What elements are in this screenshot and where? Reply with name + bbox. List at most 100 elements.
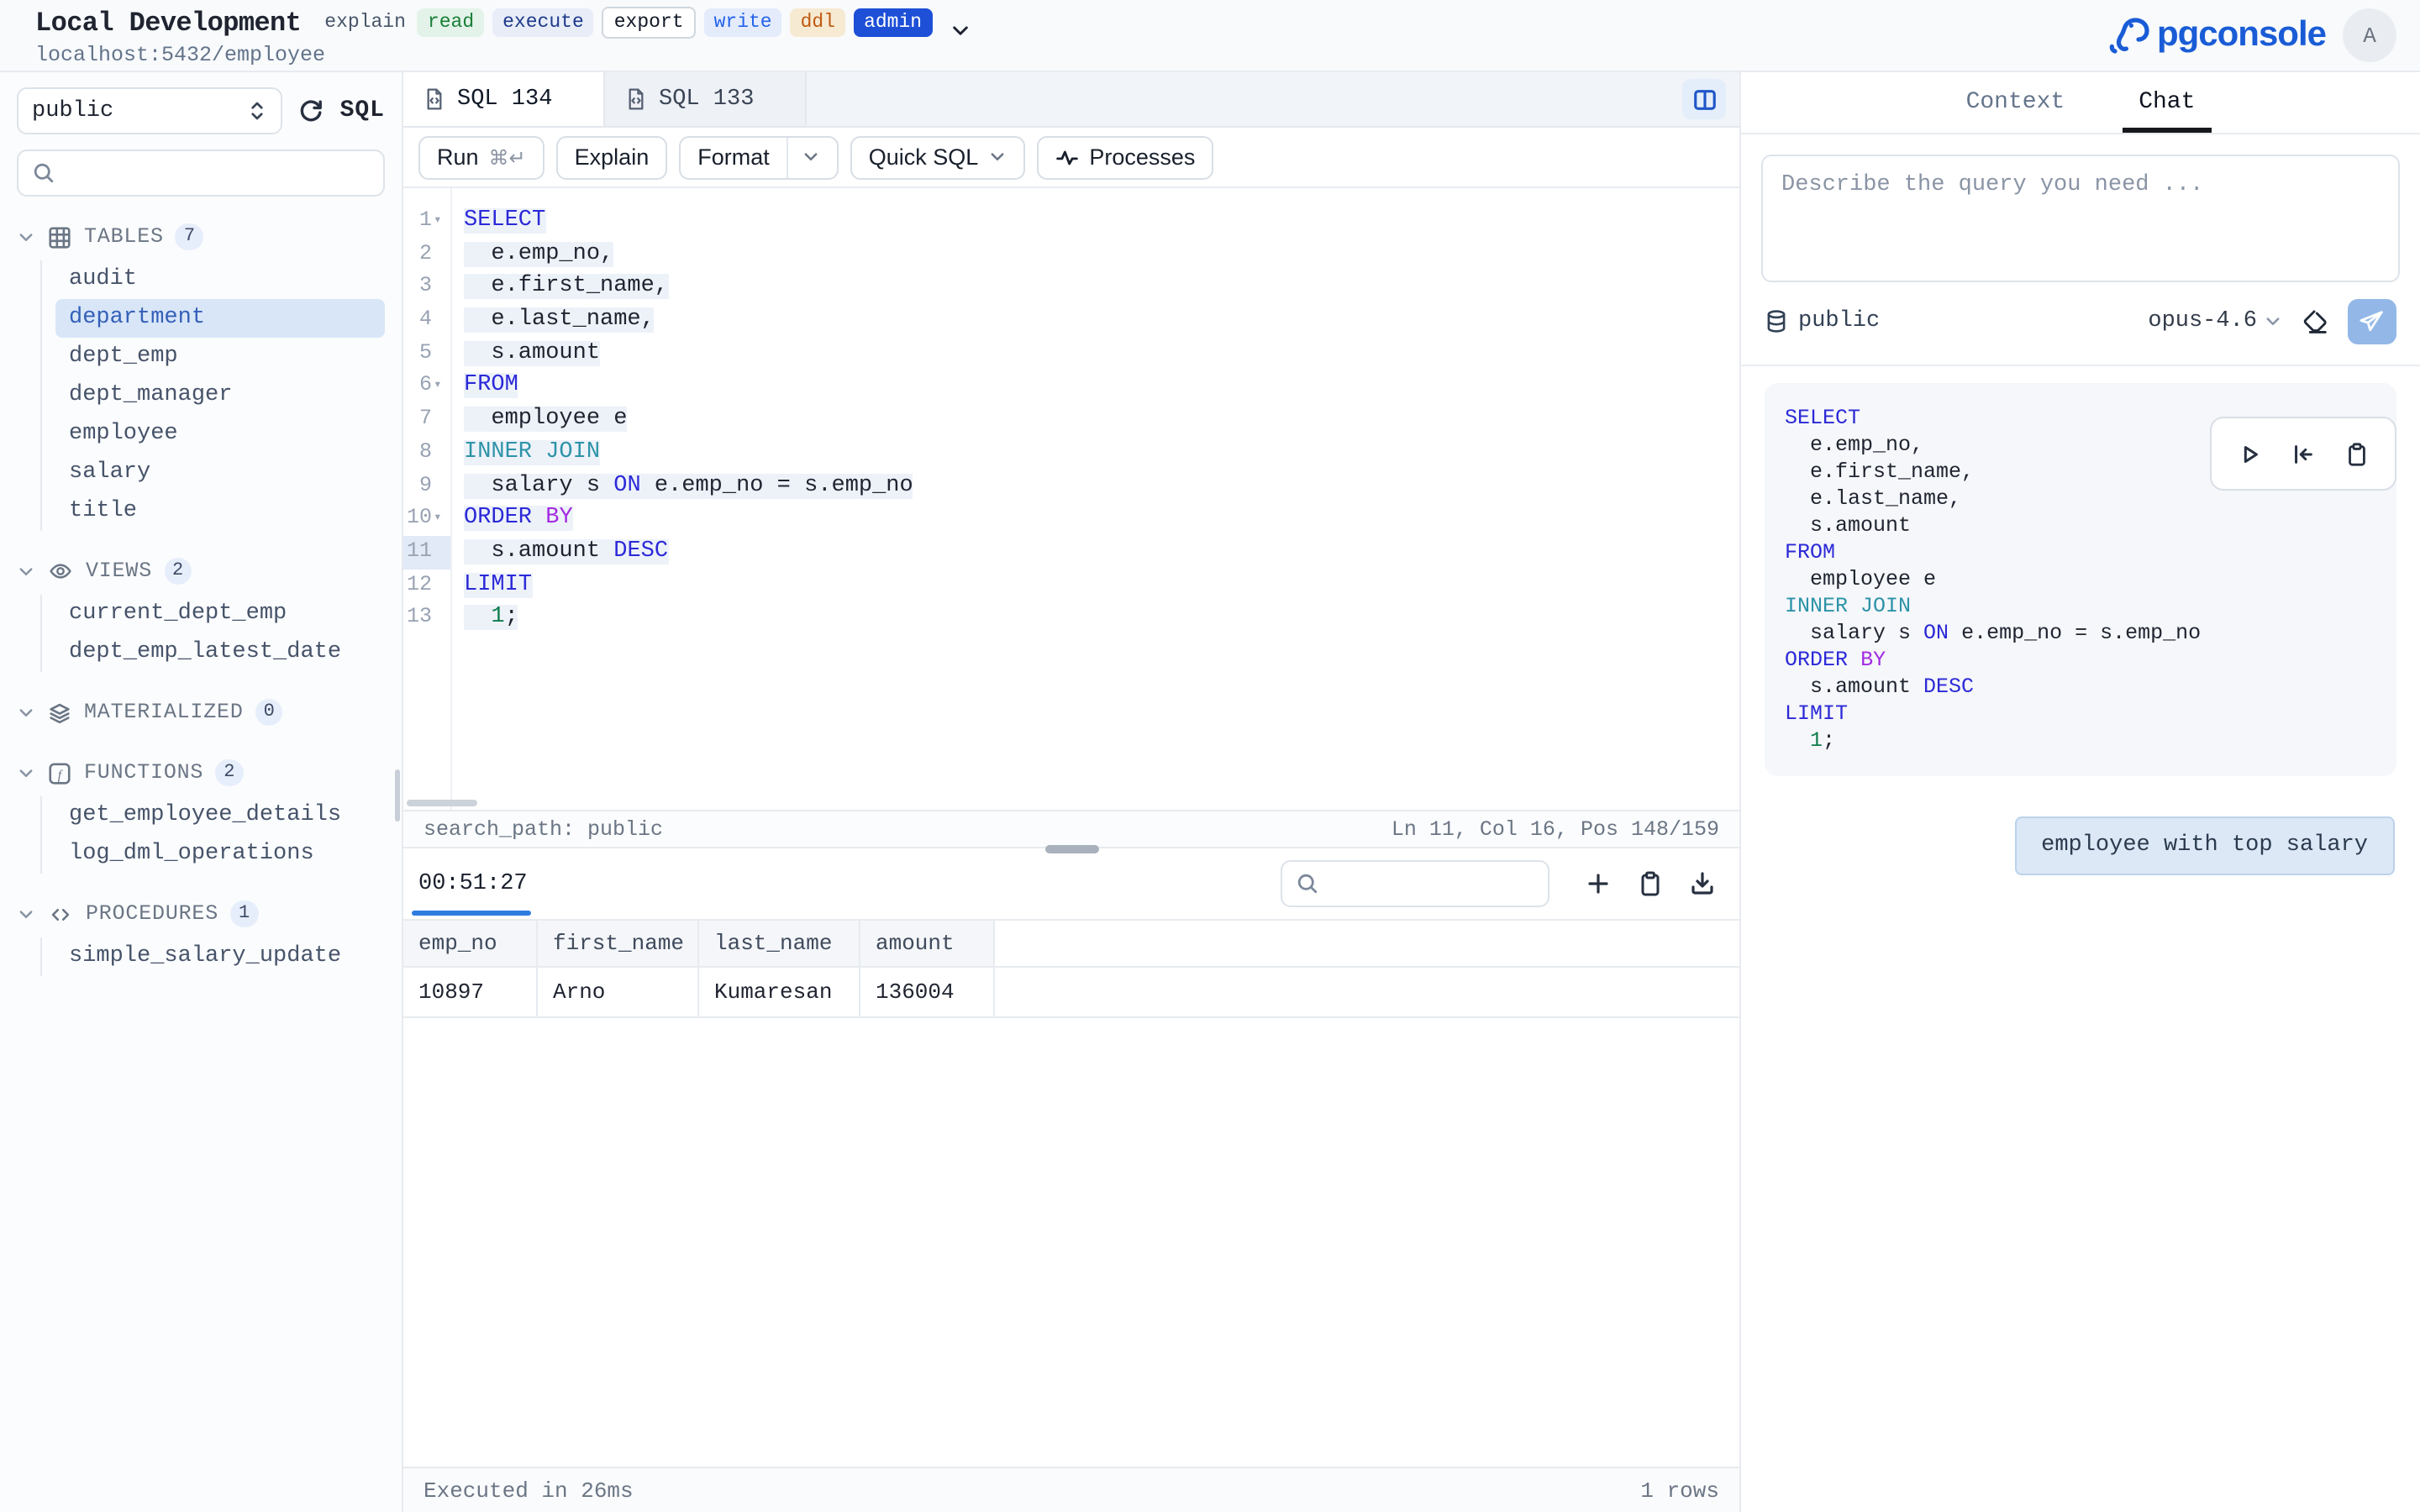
format-button[interactable]: Format xyxy=(679,135,839,179)
format-chevron-down-icon[interactable] xyxy=(802,148,820,166)
code-line-text: e.emp_no, xyxy=(450,238,613,270)
results-resize-handle[interactable] xyxy=(1044,845,1098,853)
run-button[interactable]: Run ⌘↵ xyxy=(418,135,544,179)
insert-into-editor-icon[interactable] xyxy=(2291,441,2316,466)
quick-sql-label: Quick SQL xyxy=(869,144,979,170)
assistant-code-line-11: s.amount DESC xyxy=(1785,674,2376,701)
column-header-first_name[interactable]: first_name xyxy=(538,921,699,966)
database-icon xyxy=(1765,309,1788,334)
sidebar-item-department[interactable]: department xyxy=(55,299,385,338)
code-line-10[interactable]: 10▾ORDER BY xyxy=(403,502,1739,535)
section-name: PROCEDURES xyxy=(86,902,218,926)
code-line-4[interactable]: 4 e.last_name, xyxy=(403,304,1739,337)
sidebar-item-get_employee_details[interactable]: get_employee_details xyxy=(55,796,385,835)
sidebar-item-current_dept_emp[interactable]: current_dept_emp xyxy=(55,595,385,633)
sidebar-item-dept_manager[interactable]: dept_manager xyxy=(55,376,385,415)
editor-hscrollbar-thumb[interactable] xyxy=(407,800,477,806)
user-message-chip[interactable]: employee with top salary xyxy=(2014,816,2395,875)
code-line-8[interactable]: 8INNER JOIN xyxy=(403,437,1739,470)
send-message-button[interactable] xyxy=(2348,299,2396,344)
editor-pane: SQL 134SQL 133 Run ⌘↵ Explain Format xyxy=(403,72,1741,1512)
badge-execute: execute xyxy=(492,8,594,37)
badge-write: write xyxy=(704,8,782,37)
code-line-12[interactable]: 12LIMIT xyxy=(403,569,1739,601)
sql-mode-label[interactable]: SQL xyxy=(340,97,385,124)
fold-arrow-icon[interactable]: ▾ xyxy=(434,502,447,535)
section-header-procedures[interactable]: PROCEDURES1 xyxy=(17,894,385,934)
copy-sql-icon[interactable] xyxy=(2344,441,2370,466)
run-generated-sql-icon[interactable] xyxy=(2237,441,2262,466)
sidebar-item-dept_emp[interactable]: dept_emp xyxy=(55,338,385,376)
refresh-schema-icon[interactable] xyxy=(298,97,325,124)
clear-chat-eraser-icon[interactable] xyxy=(2301,307,2329,336)
table-row[interactable]: 10897ArnoKumaresan136004 xyxy=(403,968,1739,1018)
result-tab-timer[interactable]: 00:51:27 xyxy=(403,848,548,919)
assistant-code-line-12: LIMIT xyxy=(1785,701,2376,727)
processes-button[interactable]: Processes xyxy=(1037,135,1213,179)
sidebar-item-audit[interactable]: audit xyxy=(55,260,385,299)
sidebar-item-employee[interactable]: employee xyxy=(55,415,385,454)
code-line-13[interactable]: 13 1; xyxy=(403,602,1739,635)
split-view-button[interactable] xyxy=(1682,79,1726,119)
sidebar-item-log_dml_operations[interactable]: log_dml_operations xyxy=(55,835,385,874)
tab-sql-134[interactable]: SQL 134 xyxy=(403,72,605,126)
model-select[interactable]: opus-4.6 xyxy=(2148,309,2282,334)
column-header-last_name[interactable]: last_name xyxy=(699,921,860,966)
code-line-9[interactable]: 9 salary s ON e.emp_no = s.emp_no xyxy=(403,470,1739,502)
sql-message-toolbar xyxy=(2210,417,2396,491)
column-header-emp_no[interactable]: emp_no xyxy=(403,921,538,966)
sidebar-search-input[interactable] xyxy=(66,160,370,186)
assistant-tab-context[interactable]: Context xyxy=(1949,72,2082,133)
sidebar-item-simple_salary_update[interactable]: simple_salary_update xyxy=(55,937,385,976)
assistant-sql-message: SELECT e.emp_no, e.first_name, e.last_na… xyxy=(1765,383,2396,776)
sidebar-item-salary[interactable]: salary xyxy=(55,454,385,492)
cursor-position-label: Ln 11, Col 16, Pos 148/159 xyxy=(1392,817,1719,841)
sidebar-search[interactable] xyxy=(17,150,385,197)
code-line-6[interactable]: 6▾FROM xyxy=(403,370,1739,403)
code-line-7[interactable]: 7 employee e xyxy=(403,403,1739,436)
quick-sql-button[interactable]: Quick SQL xyxy=(850,135,1026,179)
code-line-11[interactable]: 11 s.amount DESC xyxy=(403,536,1739,569)
code-line-2[interactable]: 2 e.emp_no, xyxy=(403,238,1739,270)
download-results-icon[interactable] xyxy=(1689,870,1716,897)
user-avatar[interactable]: A xyxy=(2343,8,2396,62)
results-search-input[interactable] xyxy=(1329,871,1534,896)
connection-chevron-down-icon[interactable] xyxy=(949,20,971,42)
code-line-3[interactable]: 3 e.first_name, xyxy=(403,271,1739,304)
fold-arrow-icon[interactable]: ▾ xyxy=(434,205,447,238)
line-number: 4 xyxy=(403,304,450,337)
copy-results-icon[interactable] xyxy=(1637,870,1664,897)
sql-editor[interactable]: 1▾SELECT2 e.emp_no,3 e.first_name,4 e.la… xyxy=(403,188,1739,810)
svg-text:f: f xyxy=(58,767,64,781)
top-header: Local Development explainreadexecuteexpo… xyxy=(0,0,2420,72)
results-table: emp_nofirst_namelast_nameamount10897Arno… xyxy=(403,919,1739,1018)
section-header-views[interactable]: VIEWS2 xyxy=(17,551,385,591)
chevron-down-icon xyxy=(17,703,35,722)
results-search[interactable] xyxy=(1281,860,1549,907)
explain-label: Explain xyxy=(575,144,650,170)
assistant-code-line-13: 1; xyxy=(1785,727,2376,754)
sidebar-item-title[interactable]: title xyxy=(55,492,385,531)
section-header-tables[interactable]: TABLES7 xyxy=(17,217,385,257)
code-line-text: ORDER BY xyxy=(450,502,573,535)
sidebar-item-dept_emp_latest_date[interactable]: dept_emp_latest_date xyxy=(55,633,385,672)
assistant-tab-chat[interactable]: Chat xyxy=(2122,72,2212,133)
line-number: 1▾ xyxy=(403,205,450,238)
section-header-materialized[interactable]: MATERIALIZED0 xyxy=(17,692,385,732)
section-items-views: current_dept_empdept_emp_latest_date xyxy=(40,595,385,672)
column-header-amount[interactable]: amount xyxy=(860,921,995,966)
context-schema-chip[interactable]: public xyxy=(1765,309,1880,334)
code-line-1[interactable]: 1▾SELECT xyxy=(403,205,1739,238)
tab-sql-133[interactable]: SQL 133 xyxy=(605,72,807,126)
chat-input[interactable] xyxy=(1763,156,2398,272)
explain-button[interactable]: Explain xyxy=(556,135,668,179)
section-count-badge: 2 xyxy=(215,759,243,786)
schema-select[interactable]: public xyxy=(17,87,283,134)
editor-tabbar: SQL 134SQL 133 xyxy=(403,72,1739,128)
context-schema-label: public xyxy=(1798,309,1880,334)
fold-arrow-icon[interactable]: ▾ xyxy=(434,370,447,403)
section-header-functions[interactable]: fFUNCTIONS2 xyxy=(17,753,385,793)
add-row-icon[interactable] xyxy=(1585,870,1612,897)
sidebar-scrollbar-thumb[interactable] xyxy=(395,769,400,822)
code-line-5[interactable]: 5 s.amount xyxy=(403,338,1739,370)
